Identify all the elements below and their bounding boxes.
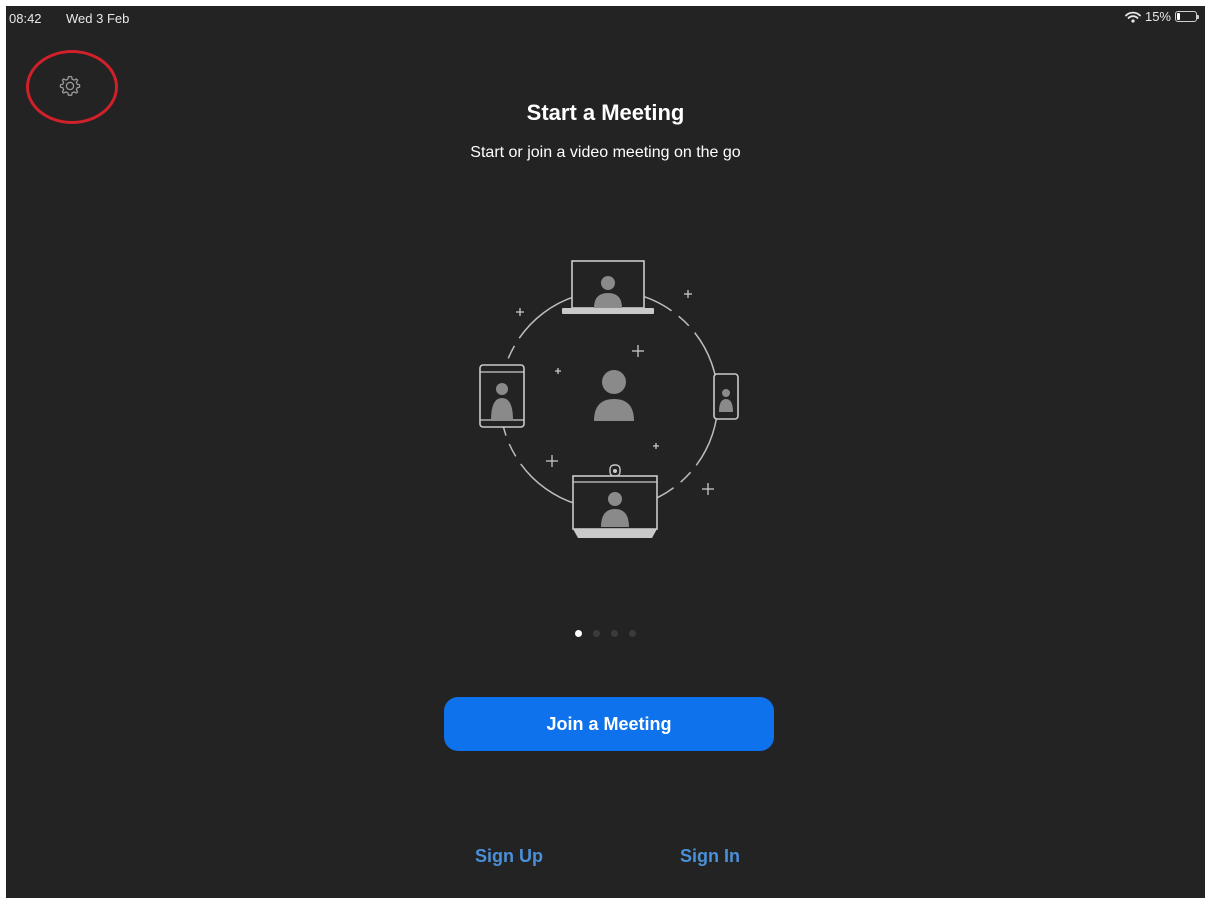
status-bar: 08:42 Wed 3 Feb 15% <box>6 6 1205 30</box>
page-dot[interactable] <box>611 630 618 637</box>
battery-percent: 15% <box>1144 9 1171 24</box>
status-time: 08:42 <box>9 11 42 26</box>
join-meeting-button[interactable]: Join a Meeting <box>444 697 774 751</box>
laptop-icon <box>562 260 654 314</box>
page-indicator[interactable] <box>575 630 636 637</box>
room-system-icon <box>572 464 658 538</box>
page-subtitle: Start or join a video meeting on the go <box>470 144 741 161</box>
phone-icon <box>713 373 739 420</box>
sign-in-link[interactable]: Sign In <box>680 846 740 867</box>
meeting-illustration <box>479 260 739 538</box>
wifi-icon <box>1125 11 1141 23</box>
gear-icon <box>59 75 81 96</box>
page-title: Start a Meeting <box>526 100 685 125</box>
battery-icon <box>1175 11 1199 22</box>
battery-level <box>1177 13 1180 20</box>
sign-up-link[interactable]: Sign Up <box>475 846 543 867</box>
page-dot[interactable] <box>593 630 600 637</box>
app-screen: 08:42 Wed 3 Feb 15% Start a Meeting Star… <box>6 6 1205 898</box>
tablet-icon <box>479 364 525 428</box>
status-date: Wed 3 Feb <box>66 11 130 26</box>
status-indicators: 15% <box>1125 9 1199 24</box>
page-dot[interactable] <box>575 630 582 637</box>
person-icon <box>594 370 634 421</box>
page-dot[interactable] <box>629 630 636 637</box>
